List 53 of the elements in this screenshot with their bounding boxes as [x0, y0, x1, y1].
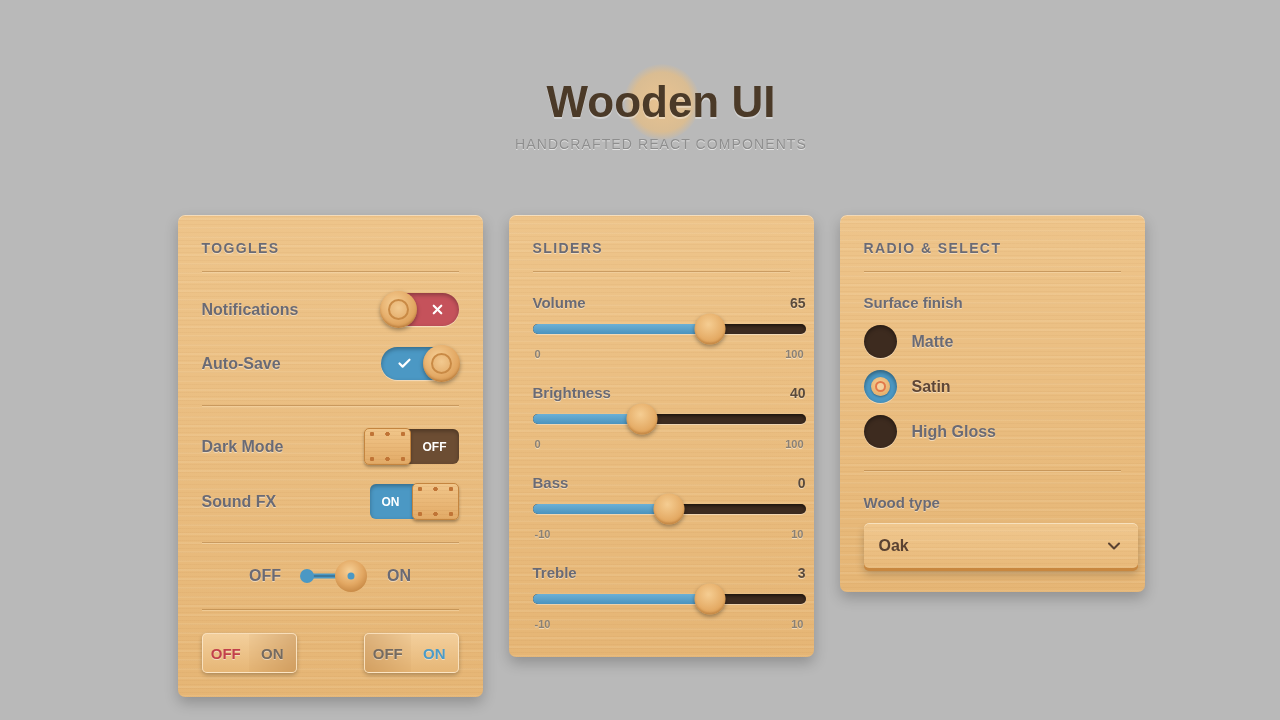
lever-switch[interactable]	[300, 559, 368, 593]
max-label: 100	[785, 348, 804, 361]
slider-value: 40	[789, 384, 806, 402]
panel-title: SLIDERS	[532, 239, 604, 257]
toggle-label: Auto-Save	[201, 354, 281, 373]
page-title: Wooden UI	[546, 64, 776, 140]
min-label: -10	[534, 618, 551, 631]
slider-label: Volume	[532, 294, 586, 312]
panel-title: RADIO & SELECT	[863, 239, 1003, 257]
toggle-label: Notifications	[201, 300, 299, 319]
slider-label: Treble	[532, 564, 577, 582]
segment-button[interactable]: ON	[249, 634, 296, 672]
check-icon	[396, 356, 412, 371]
wood-knob-icon	[379, 291, 417, 328]
slider-thumb[interactable]	[626, 403, 658, 435]
select-label: Wood type	[863, 494, 940, 512]
radio-button[interactable]	[863, 325, 897, 358]
slider-value: 3	[797, 564, 806, 582]
switch-label: OFF	[249, 567, 281, 585]
segment-button[interactable]: OFF	[364, 634, 411, 672]
radio-button[interactable]	[863, 415, 897, 448]
slider-value: 65	[789, 294, 806, 312]
slider-thumb[interactable]	[694, 583, 726, 615]
radio-button[interactable]	[863, 370, 897, 403]
min-label: 0	[534, 348, 541, 361]
min-label: 0	[534, 438, 541, 451]
toggle-switch[interactable]	[380, 347, 459, 380]
toggle-label: Sound FX	[201, 492, 277, 511]
slider-label: Brightness	[532, 384, 611, 402]
min-label: -10	[534, 528, 551, 541]
toggle-switch[interactable]: OFF	[363, 429, 459, 464]
radio-label: Matte	[911, 332, 954, 351]
toggle-switch[interactable]	[380, 293, 459, 326]
toggle-switch[interactable]: ON	[369, 484, 459, 519]
segment-button[interactable]: OFF	[202, 634, 249, 672]
wood-knob-icon	[422, 345, 460, 382]
slider-value: 0	[797, 474, 806, 492]
max-label: 100	[785, 438, 804, 451]
slider-thumb[interactable]	[694, 313, 726, 345]
group-label: Surface finish	[863, 294, 964, 312]
wood-plank-icon	[363, 428, 411, 465]
wood-plank-icon	[411, 483, 459, 520]
radio-label: High Gloss	[911, 422, 996, 441]
wood-type-select[interactable]: Oak	[863, 523, 1138, 568]
switch-label: ON	[387, 567, 411, 585]
max-label: 10	[791, 618, 804, 631]
slider-label: Bass	[532, 474, 569, 492]
max-label: 10	[791, 528, 804, 541]
radio-label: Satin	[911, 377, 951, 396]
toggle-label: Dark Mode	[201, 437, 284, 456]
segment-button[interactable]: ON	[411, 634, 458, 672]
panel-title: TOGGLES	[201, 239, 281, 257]
slider-thumb[interactable]	[653, 493, 685, 525]
